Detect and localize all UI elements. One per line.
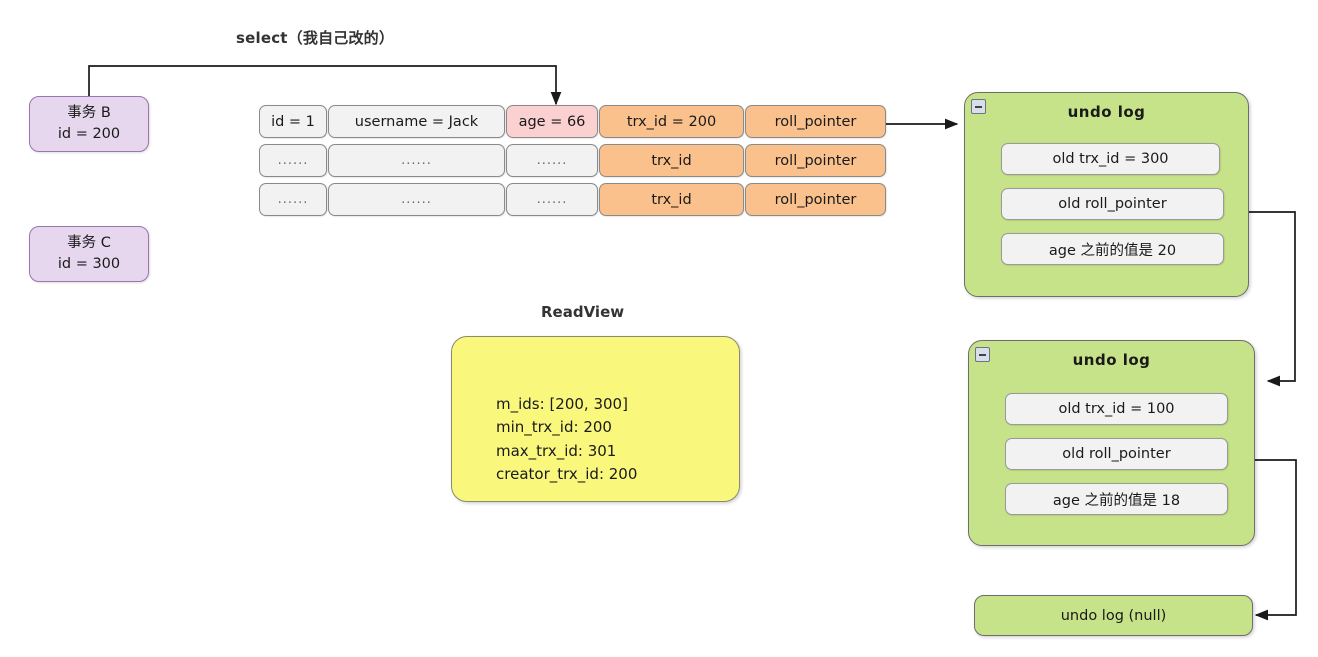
undo-log-2-row-old-roll-pointer: old roll_pointer [1005, 438, 1228, 470]
transaction-b-name: 事务 B [67, 104, 111, 121]
undo-log-2-row-old-trx-id: old trx_id = 100 [1005, 393, 1228, 425]
record-cell-rollpointer-3: roll_pointer [745, 183, 886, 216]
record-cell-age-1: age = 66 [506, 105, 598, 138]
record-cell-id-3: ...... [259, 183, 327, 216]
record-cell-age-3: ...... [506, 183, 598, 216]
transaction-box-c: 事务 C id = 300 [29, 226, 149, 282]
readview-min-trx-id: min_trx_id: 200 [496, 418, 612, 437]
readview-title: ReadView [541, 303, 625, 321]
undo-log-box-2: undo log old trx_id = 100 old roll_point… [968, 340, 1255, 546]
undo-log-2-row-old-age: age 之前的值是 18 [1005, 483, 1228, 515]
record-cell-trxid-3: trx_id [599, 183, 744, 216]
record-cell-rollpointer-1: roll_pointer [745, 105, 886, 138]
undo-log-2-title: undo log [1072, 351, 1151, 369]
transaction-box-b: 事务 B id = 200 [29, 96, 149, 152]
transaction-c-name: 事务 C [67, 234, 111, 251]
undo-log-1-row-old-roll-pointer: old roll_pointer [1001, 188, 1224, 220]
transaction-c-id: id = 300 [57, 256, 121, 272]
record-cell-trxid-1: trx_id = 200 [599, 105, 744, 138]
undo-log-1-row-old-age: age 之前的值是 20 [1001, 233, 1224, 265]
wire-transaction-b-to-age-cell [88, 65, 562, 106]
readview-box: m_ids: [200, 300] min_trx_id: 200 max_tr… [451, 336, 740, 502]
record-cell-trxid-2: trx_id [599, 144, 744, 177]
record-cell-username-1: username = Jack [328, 105, 505, 138]
record-cell-username-2: ...... [328, 144, 505, 177]
page-title: select（我自己改的） [236, 29, 395, 47]
undo-log-1-row-old-trx-id: old trx_id = 300 [1001, 143, 1220, 175]
undo-log-1-title: undo log [1067, 103, 1146, 121]
readview-field-list: m_ids: [200, 300] min_trx_id: 200 max_tr… [496, 393, 637, 486]
transaction-b-id: id = 200 [57, 126, 121, 142]
diagram-canvas: select（我自己改的） 事务 B id = 200 事务 C id = 30… [0, 0, 1318, 657]
readview-creator-trx-id: creator_trx_id: 200 [496, 464, 638, 483]
record-cell-id-2: ...... [259, 144, 327, 177]
readview-m-ids: m_ids: [200, 300] [496, 395, 628, 413]
undo-log-box-1: undo log old trx_id = 300 old roll_point… [964, 92, 1249, 297]
undo-log-null-box: undo log (null) [974, 595, 1253, 636]
record-cell-rollpointer-2: roll_pointer [745, 144, 886, 177]
record-cell-id-1: id = 1 [259, 105, 327, 138]
readview-max-trx-id: max_trx_id: 301 [496, 441, 617, 460]
record-cell-username-3: ...... [328, 183, 505, 216]
record-cell-age-2: ...... [506, 144, 598, 177]
